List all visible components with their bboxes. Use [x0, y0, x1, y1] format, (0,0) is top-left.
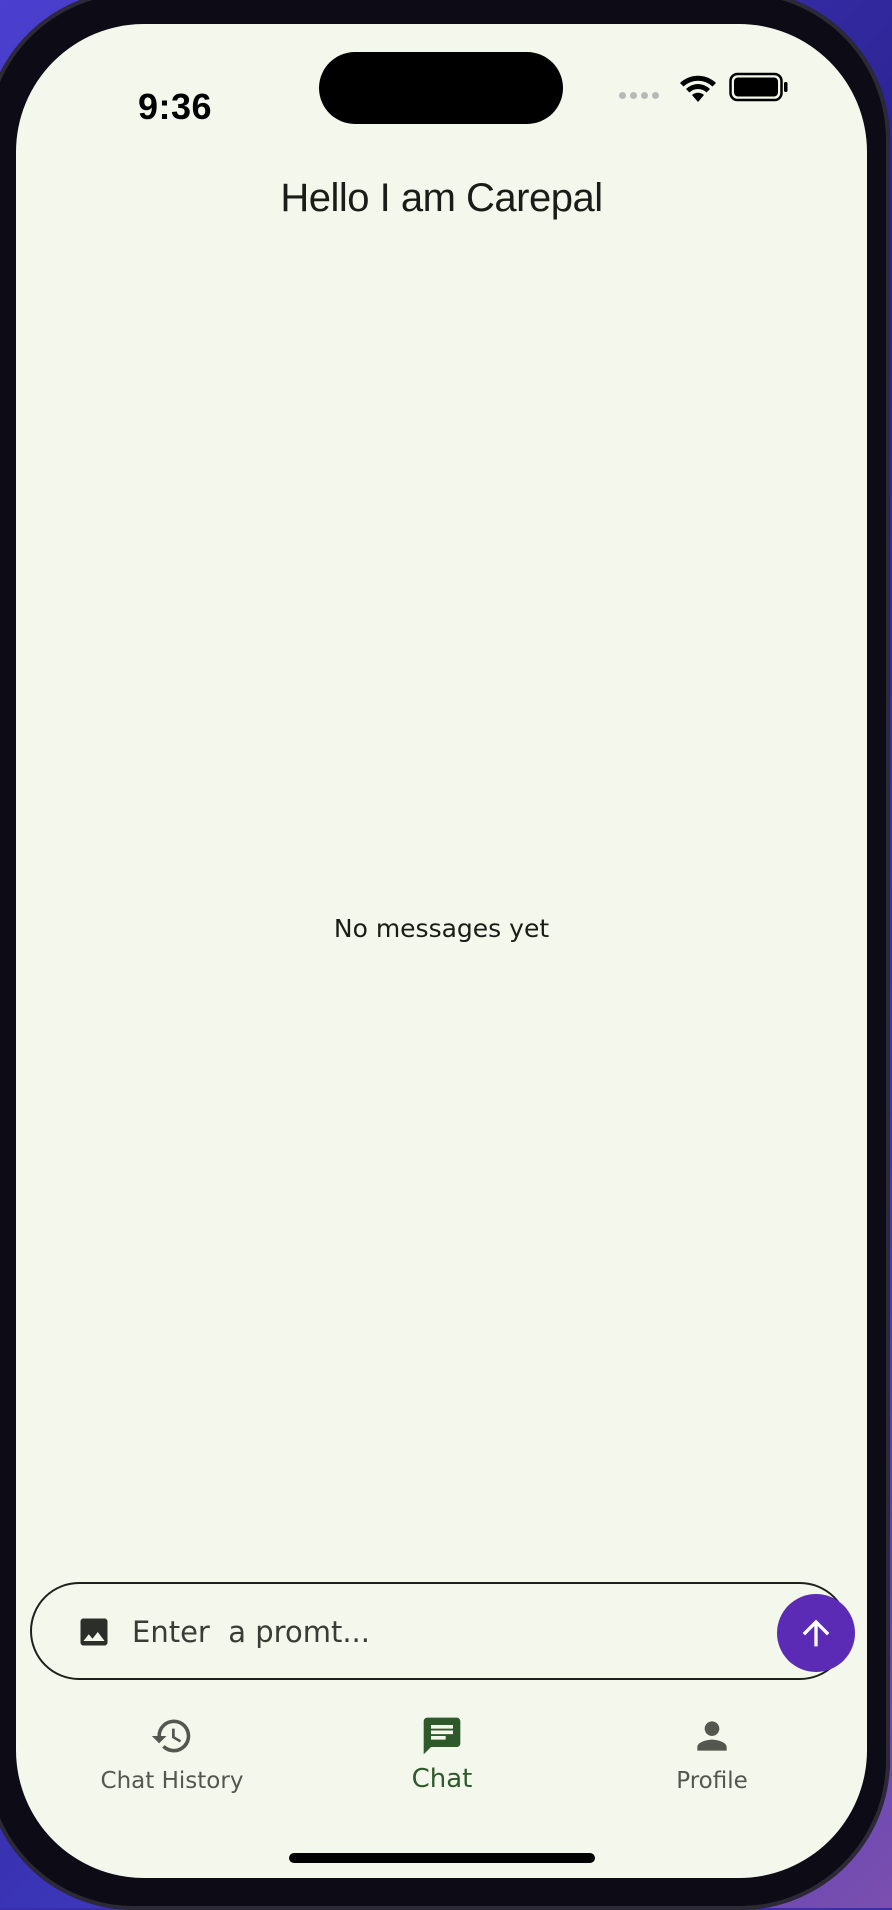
status-time: 9:36: [138, 86, 213, 127]
bottom-navigation: Chat History Chat Profile: [16, 1714, 867, 1834]
battery-icon: [729, 72, 788, 102]
home-indicator[interactable]: [289, 1853, 595, 1863]
image-icon[interactable]: [76, 1614, 112, 1650]
prompt-bar: [30, 1582, 855, 1680]
nav-item-profile[interactable]: Profile: [592, 1714, 832, 1794]
prompt-input[interactable]: [132, 1608, 712, 1656]
history-icon: [151, 1719, 191, 1753]
nav-label-chat-history: Chat History: [100, 1768, 244, 1794]
device-background: 9:36 Hello I am Carepal No messages yet: [0, 0, 892, 1910]
nav-item-chat[interactable]: Chat: [322, 1714, 562, 1794]
nav-label-profile: Profile: [676, 1768, 748, 1794]
wifi-icon: [680, 75, 716, 102]
page-title: Hello I am Carepal: [280, 176, 603, 220]
chat-icon: [423, 1717, 461, 1755]
app-screen: 9:36 Hello I am Carepal No messages yet: [16, 24, 867, 1878]
dynamic-island: [319, 52, 563, 124]
nav-label-chat: Chat: [411, 1764, 473, 1794]
send-button[interactable]: [777, 1594, 855, 1672]
nav-item-chat-history[interactable]: Chat History: [52, 1714, 292, 1794]
person-icon: [697, 1721, 727, 1751]
arrow-up-icon: [802, 1619, 830, 1647]
empty-state-text: No messages yet: [333, 914, 550, 943]
cellular-signal-icon: [619, 92, 659, 99]
